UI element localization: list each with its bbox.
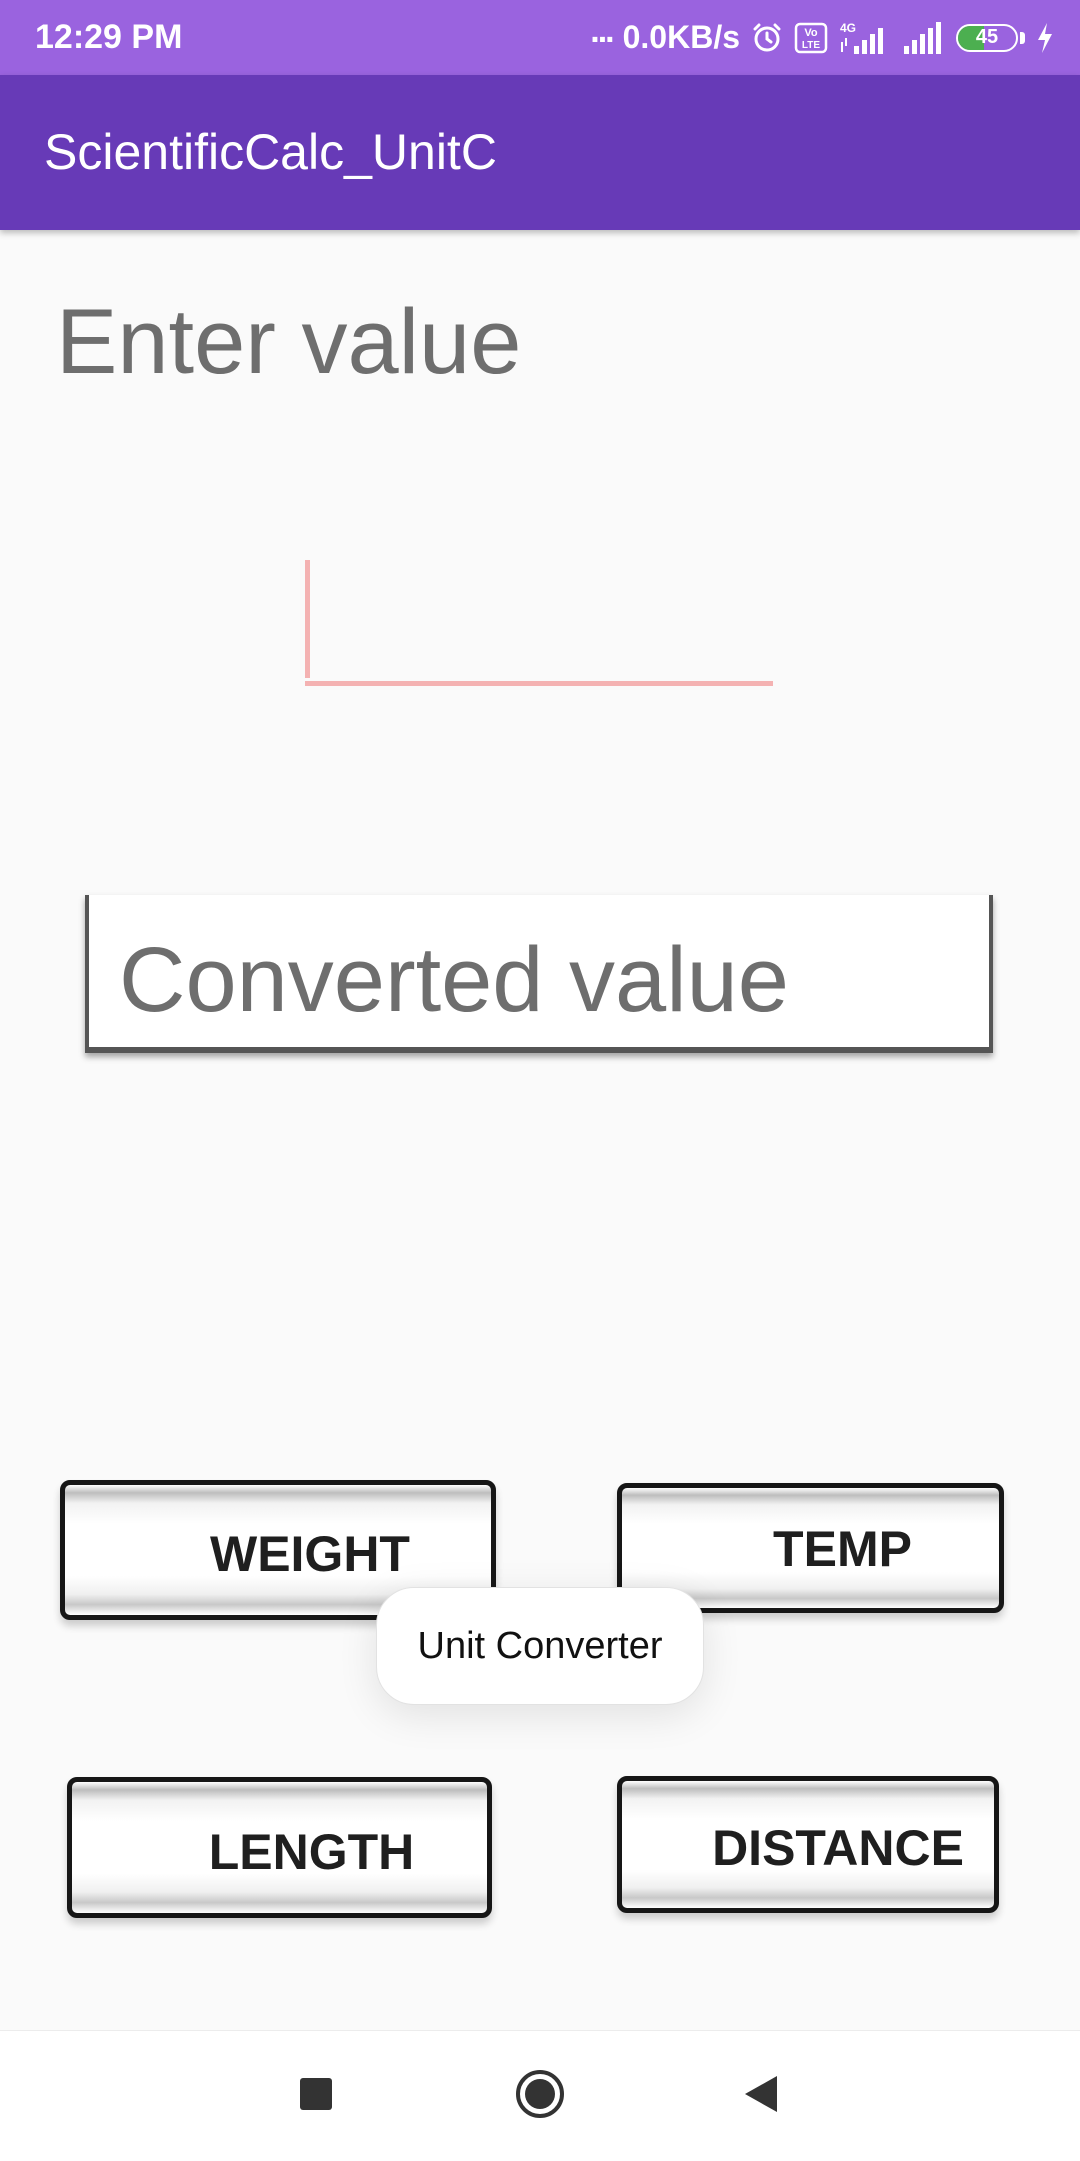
charging-icon (1035, 21, 1055, 55)
value-input[interactable] (317, 560, 761, 672)
app-bar: ScientificCalc_UnitC (0, 75, 1080, 230)
temp-button-label: TEMP (773, 1521, 912, 1577)
signal-4g-icon: 4G (838, 20, 892, 56)
converted-value-box: Converted value (85, 895, 993, 1053)
status-time: 12:29 PM (35, 18, 183, 56)
recent-apps-button[interactable] (261, 2031, 371, 2161)
toast-message: Unit Converter (376, 1587, 704, 1705)
network-speed: 0.0KB/s (622, 19, 740, 55)
enter-value-label: Enter value (56, 291, 522, 393)
back-button[interactable] (706, 2031, 816, 2161)
weight-button-label: WEIGHT (210, 1526, 410, 1582)
home-icon (514, 2068, 566, 2125)
battery-icon: 45 (956, 23, 1018, 52)
navigation-bar (0, 2030, 1080, 2161)
notification-dots: ... (590, 12, 614, 50)
home-button[interactable] (485, 2031, 595, 2161)
app-title: ScientificCalc_UnitC (44, 124, 497, 180)
recent-apps-icon (298, 2076, 334, 2117)
value-input-field[interactable] (305, 560, 773, 690)
status-icons: ... 0.0KB/s Vo LTE 4G 45 (590, 0, 1055, 75)
svg-text:4G: 4G (840, 21, 856, 35)
input-underline (305, 681, 773, 686)
volte-icon: Vo LTE (794, 22, 828, 54)
text-cursor (305, 560, 310, 678)
distance-button[interactable]: DISTANCE (617, 1776, 999, 1913)
length-button[interactable]: LENGTH (67, 1777, 492, 1918)
svg-text:Vo: Vo (804, 27, 818, 39)
battery-tip (1020, 31, 1025, 44)
length-button-label: LENGTH (208, 1823, 415, 1880)
alarm-icon (750, 21, 784, 55)
distance-button-label: DISTANCE (712, 1819, 964, 1876)
svg-text:LTE: LTE (802, 40, 820, 51)
status-bar: 12:29 PM ... 0.0KB/s Vo LTE 4G 45 (0, 0, 1080, 75)
converted-value-text: Converted value (119, 929, 789, 1031)
battery-level: 45 (975, 25, 999, 48)
signal-icon (902, 20, 946, 56)
back-icon (743, 2074, 779, 2119)
